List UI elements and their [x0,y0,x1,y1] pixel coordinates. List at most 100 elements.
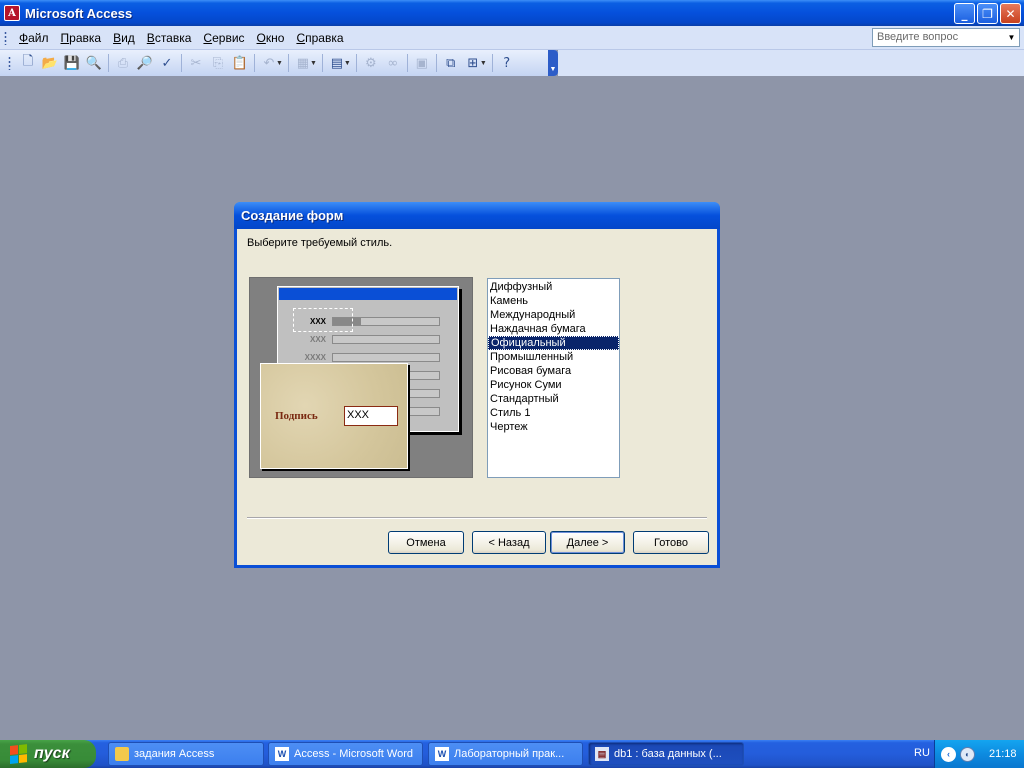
menu-help[interactable]: Справка [290,29,349,47]
clock[interactable]: 21:18 [989,748,1017,760]
taskbar-item-word-access[interactable]: W Access - Microsoft Word [268,742,423,766]
relationships-icon[interactable]: ⧉ [440,52,462,74]
chevron-down-icon[interactable]: ▼ [310,60,317,67]
file-search-icon[interactable]: 🔍 [83,52,105,74]
show-hidden-icons-icon[interactable]: ‹ [941,746,956,762]
toolbar-separator [108,54,109,72]
taskbar-item-label: db1 : база данных (... [614,748,722,760]
word-icon: W [435,747,449,761]
style-item-blueprint[interactable]: Чертеж [488,420,619,434]
open-icon[interactable]: 📂 [39,52,61,74]
tray-app-icon[interactable]: ◐ [960,746,975,762]
app-title-bar: A Microsoft Access _ ❐ ✕ [0,0,1024,26]
toolbar-separator [491,54,493,72]
dialog-separator [247,517,707,519]
chevron-down-icon[interactable]: ▼ [276,60,283,67]
menu-edit[interactable]: Правка [55,29,108,47]
code-icon[interactable]: ⚙ [360,52,382,74]
preview-row-label: XXXX [304,352,326,362]
style-item-industrial[interactable]: Промышленный [488,350,619,364]
toolbar-separator [321,54,323,72]
minimize-icon[interactable]: _ [954,3,975,24]
folder-icon [115,747,129,761]
cut-icon[interactable]: ✂ [185,52,207,74]
chevron-down-icon[interactable]: ▼ [344,60,351,67]
start-button[interactable]: пуск [0,740,96,768]
dialog-body: Выберите требуемый стиль. XXX XXX XXXX П… [237,229,717,565]
next-button[interactable]: Далее > [550,531,625,554]
copy-icon[interactable]: ⎘ [207,52,229,74]
properties-icon[interactable]: ▣ [411,52,433,74]
style-item-rice-paper[interactable]: Рисовая бумага [488,364,619,378]
spelling-icon[interactable]: ✓ [156,52,178,74]
taskbar-item-word-lab[interactable]: W Лабораторный прак... [428,742,583,766]
script-icon[interactable]: ∞ [382,52,404,74]
preview-zoom-frame [293,308,353,332]
restore-icon[interactable]: ❐ [977,3,998,24]
style-item-style-1[interactable]: Стиль 1 [488,406,619,420]
style-item-diffuse[interactable]: Диффузный [488,280,619,294]
taskbar-item-access-db[interactable]: ▤ db1 : база данных (... [588,742,744,766]
preview-row-field [332,352,440,362]
style-listbox[interactable]: Диффузный Камень Международный Наждачная… [487,278,620,478]
toolbar-separator [181,54,182,72]
chevron-down-icon[interactable]: ▼ [1005,30,1018,45]
menu-window[interactable]: Окно [251,29,291,47]
preview-form-titlebar [279,288,457,300]
style-item-standard[interactable]: Стандартный [488,392,619,406]
access-icon[interactable]: A [4,5,20,21]
preview-row-field [332,334,440,344]
toolbar-separator [406,54,408,72]
start-button-label: пуск [34,745,70,762]
chevron-down-icon[interactable]: ▼ [480,60,487,67]
style-preview: XXX XXX XXXX Подпись XXX [249,277,473,478]
close-icon[interactable]: ✕ [1000,3,1021,24]
menu-tools[interactable]: Сервис [197,29,250,47]
toolbar-separator [355,54,357,72]
menu-view[interactable]: Вид [107,29,141,47]
menu-file[interactable]: Файл [13,29,55,47]
toolbar-options-icon[interactable]: ▼ [548,50,558,76]
paste-icon[interactable]: 📋 [229,52,251,74]
toolbar-separator [254,54,255,72]
print-preview-icon[interactable]: 🔎 [134,52,156,74]
form-wizard-dialog: Создание форм Выберите требуемый стиль. … [234,202,720,568]
help-search-input[interactable]: Введите вопрос ▼ [872,28,1020,47]
preview-zoom-label: Подпись [275,410,318,422]
word-icon: W [275,747,289,761]
system-tray: ‹ ◐ 21:18 [934,740,1024,768]
toolbar-grip[interactable] [8,56,11,70]
taskbar-item-label: Access - Microsoft Word [294,748,413,760]
menu-insert[interactable]: Вставка [141,29,198,47]
finish-button[interactable]: Готово [633,531,709,554]
style-item-official[interactable]: Официальный [488,336,619,350]
language-indicator[interactable]: RU [914,747,930,759]
windows-logo-icon [10,744,28,764]
dialog-title: Создание форм [234,202,720,229]
dialog-prompt: Выберите требуемый стиль. [247,237,393,249]
style-item-sumi-painting[interactable]: Рисунок Суми [488,378,619,392]
preview-zoom-field: XXX [344,406,398,426]
taskbar-item-label: задания Access [134,748,215,760]
style-item-sandpaper[interactable]: Наждачная бумага [488,322,619,336]
taskbar-item-label: Лабораторный прак... [454,748,565,760]
style-item-international[interactable]: Международный [488,308,619,322]
back-button[interactable]: < Назад [472,531,546,554]
taskbar: пуск задания Access W Access - Microsoft… [0,740,1024,768]
taskbar-item-folder[interactable]: задания Access [108,742,264,766]
toolbar-separator [287,54,289,72]
new-icon[interactable]: 🗋 [17,52,39,74]
help-icon[interactable]: ? [496,52,518,74]
print-icon[interactable]: ⎙ [112,52,134,74]
save-icon[interactable]: 💾 [61,52,83,74]
database-toolbar: 🗋 📂 💾 🔍 ⎙ 🔎 ✓ ✂ ⎘ 📋 ↶ ▼ ▦ ▼ ▤ ▼ ⚙ ∞ ▣ ⧉ … [0,50,558,76]
style-item-stone[interactable]: Камень [488,294,619,308]
menu-grip[interactable] [4,30,7,45]
preview-row: XXX [296,334,440,344]
cancel-button[interactable]: Отмена [388,531,464,554]
app-title: Microsoft Access [25,5,133,21]
preview-row: XXXX [296,352,440,362]
preview-zoom-panel: Подпись XXX [260,363,408,469]
toolbar-separator [435,54,437,72]
help-search-placeholder: Введите вопрос [877,31,959,43]
